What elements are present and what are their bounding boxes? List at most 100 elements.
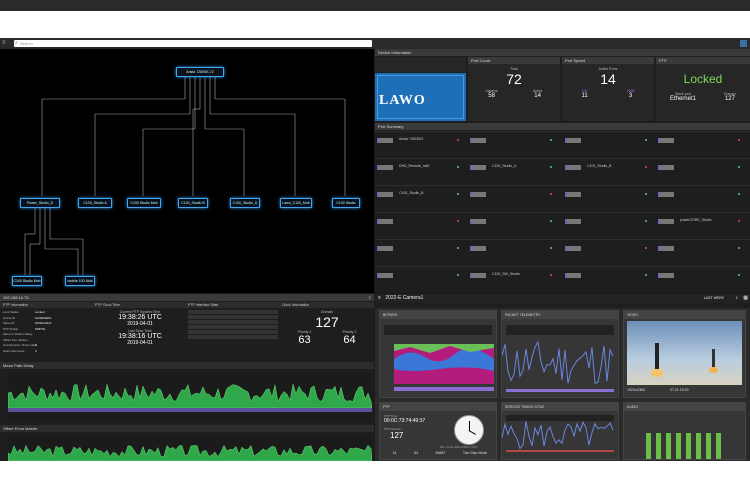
menu-icon[interactable]: ≡ [369, 294, 371, 301]
status-dot [550, 166, 552, 168]
ptp-tile: PTP Locked Slave port Ethernet1 Domain 127 [656, 57, 750, 121]
port-tag [565, 165, 581, 170]
port-tag [470, 138, 486, 143]
port-tag [377, 165, 393, 170]
port-label: Arista 7060SX2 [399, 137, 424, 141]
port-tag [658, 219, 674, 224]
network-topology[interactable]: Arista 7280SE-72 Power_Studio_D C100_Stu… [0, 49, 374, 293]
port-tag [377, 192, 393, 197]
search-input[interactable]: ⌕ Search [14, 40, 372, 47]
status-dot [457, 139, 459, 141]
status-dot [738, 139, 740, 141]
status-dot [550, 247, 552, 249]
offset-from-master-graph[interactable] [7, 435, 373, 462]
search-icon: ⌕ [15, 40, 18, 46]
app-icon[interactable] [740, 40, 747, 47]
port-tag [377, 138, 393, 143]
topology-node[interactable]: Power_Studio_D [20, 198, 60, 208]
status-dot [645, 139, 647, 141]
port-tag [377, 273, 393, 278]
camera-dashboard: ≡ 2022-E Camera1 LAST WEEK ♪ ▦ BITRATE P… [375, 294, 750, 461]
status-dot [738, 193, 740, 195]
ptp-card[interactable]: PTP PTP Time 00:0C:73:74:49:37 PTP Domai… [379, 402, 497, 460]
table-row[interactable]: C100_Studio_B [375, 185, 750, 211]
status-dot [645, 274, 647, 276]
bell-icon[interactable]: ♪ [736, 294, 739, 303]
topology-node[interactable]: mobile 100-Mob [65, 276, 95, 286]
status-dot [550, 274, 552, 276]
port-label: C100_Studio_A [492, 164, 517, 168]
port-speed-tile: Port Speed Active Ports 14 100 11 1000 3 [562, 57, 654, 121]
table-row[interactable] [375, 239, 750, 265]
status-dot [645, 247, 647, 249]
port-tag [470, 273, 486, 278]
packet-telemetry-card[interactable]: PACKET TELEMETRY [501, 310, 619, 398]
ptp-clock-time: Current PTP System Time 19:38:26 UTC 201… [118, 310, 162, 346]
port-tag [658, 138, 674, 143]
ptp-lock-status: Locked [683, 72, 723, 86]
ptp-info-panel: 192.168.10.75 ≡ PTP Information PTP Clock… [0, 294, 374, 462]
port-count-tile: Port Count Total 72 Inactive 58 Active 14 [468, 57, 560, 121]
grid-icon[interactable]: ▦ [743, 294, 748, 303]
lawo-logo: LAWO [375, 73, 466, 121]
dashboard: ≡ ⌕ Search Arista 7280SE-72 Power_Studio… [0, 38, 750, 462]
topology-node[interactable]: C100_Studio B [178, 198, 208, 208]
status-dot [738, 274, 740, 276]
port-tag [470, 219, 486, 224]
device-ip: 192.168.10.75 [3, 295, 29, 300]
info-label: Slave ID [3, 321, 15, 325]
port-label: C100_Studio_B [399, 191, 424, 195]
port-tag [470, 165, 486, 170]
port-tag [377, 246, 393, 251]
info-value: 2 [35, 348, 37, 353]
status-dot [457, 247, 459, 249]
video-card[interactable]: VIDEO 1920x1080i 07:21:15:20 [623, 310, 746, 398]
menu-icon[interactable]: ≡ [378, 295, 381, 301]
camera-title: 2022-E Camera1 [385, 295, 424, 301]
status-dot [457, 220, 459, 222]
clock-information: Domain 127 Priority 1 63 Priority 2 64 [297, 310, 357, 346]
info-label: Lock Status [3, 310, 19, 314]
table-row[interactable]: Arista 7060SX2 [375, 131, 750, 157]
port-tag [565, 192, 581, 197]
info-label: Offset from Master [3, 337, 28, 342]
audio-card[interactable]: AUDIO [623, 402, 746, 460]
info-label: Grandmaster Clock Class [3, 343, 38, 347]
period-select[interactable]: LAST WEEK [704, 294, 724, 303]
graph-header: Offset From Master [0, 425, 374, 432]
table-row[interactable]: powerCORE_Studio [375, 212, 750, 238]
info-row: Steps Removed 2 [3, 349, 91, 355]
info-label: PTP Profile [3, 326, 19, 331]
table-row[interactable]: DHD_Remote_mk5 C100_Studio_A C100_Studio_B [375, 158, 750, 184]
ptp-interface-stats [188, 310, 278, 339]
clock-icon [454, 415, 484, 445]
topology-node[interactable]: C100 Studio Mob [127, 198, 161, 208]
port-summary-header: Port Summary [375, 123, 750, 130]
table-row[interactable]: C100_SW_Studio [375, 266, 750, 292]
service-timing-card[interactable]: SERVICE TIMING SYNC [501, 402, 619, 460]
topology-links [24, 77, 346, 275]
mean-path-delay-graph[interactable] [7, 372, 373, 422]
status-dot [457, 166, 459, 168]
port-label: C100_SW_Studio [492, 272, 520, 276]
topology-node[interactable]: C100 Studio Mob [12, 276, 42, 286]
port-tag [565, 219, 581, 224]
topology-node[interactable]: C100_Studio A [78, 198, 112, 208]
device-information-panel: Device Information LAWO Port Count Total… [375, 49, 750, 292]
status-dot [738, 166, 740, 168]
timeline[interactable] [375, 303, 750, 308]
topology-node[interactable]: Lawo_C100_Mob [280, 198, 312, 208]
port-label: C100_Studio_B [587, 164, 612, 168]
status-dot [457, 274, 459, 276]
topology-node[interactable]: C100 Studio [332, 198, 360, 208]
status-dot [550, 193, 552, 195]
status-dot [738, 220, 740, 222]
status-dot [645, 220, 647, 222]
topology-node[interactable]: Arista 7280SE-72 [176, 67, 224, 77]
graph-header: Mean Path Delay [0, 362, 374, 369]
topology-node[interactable]: C100_Studio_D [230, 198, 260, 208]
port-tag [565, 138, 581, 143]
menu-icon[interactable]: ≡ [2, 40, 10, 47]
port-label: powerCORE_Studio [680, 218, 712, 222]
bitrate-card[interactable]: BITRATE [379, 310, 497, 398]
